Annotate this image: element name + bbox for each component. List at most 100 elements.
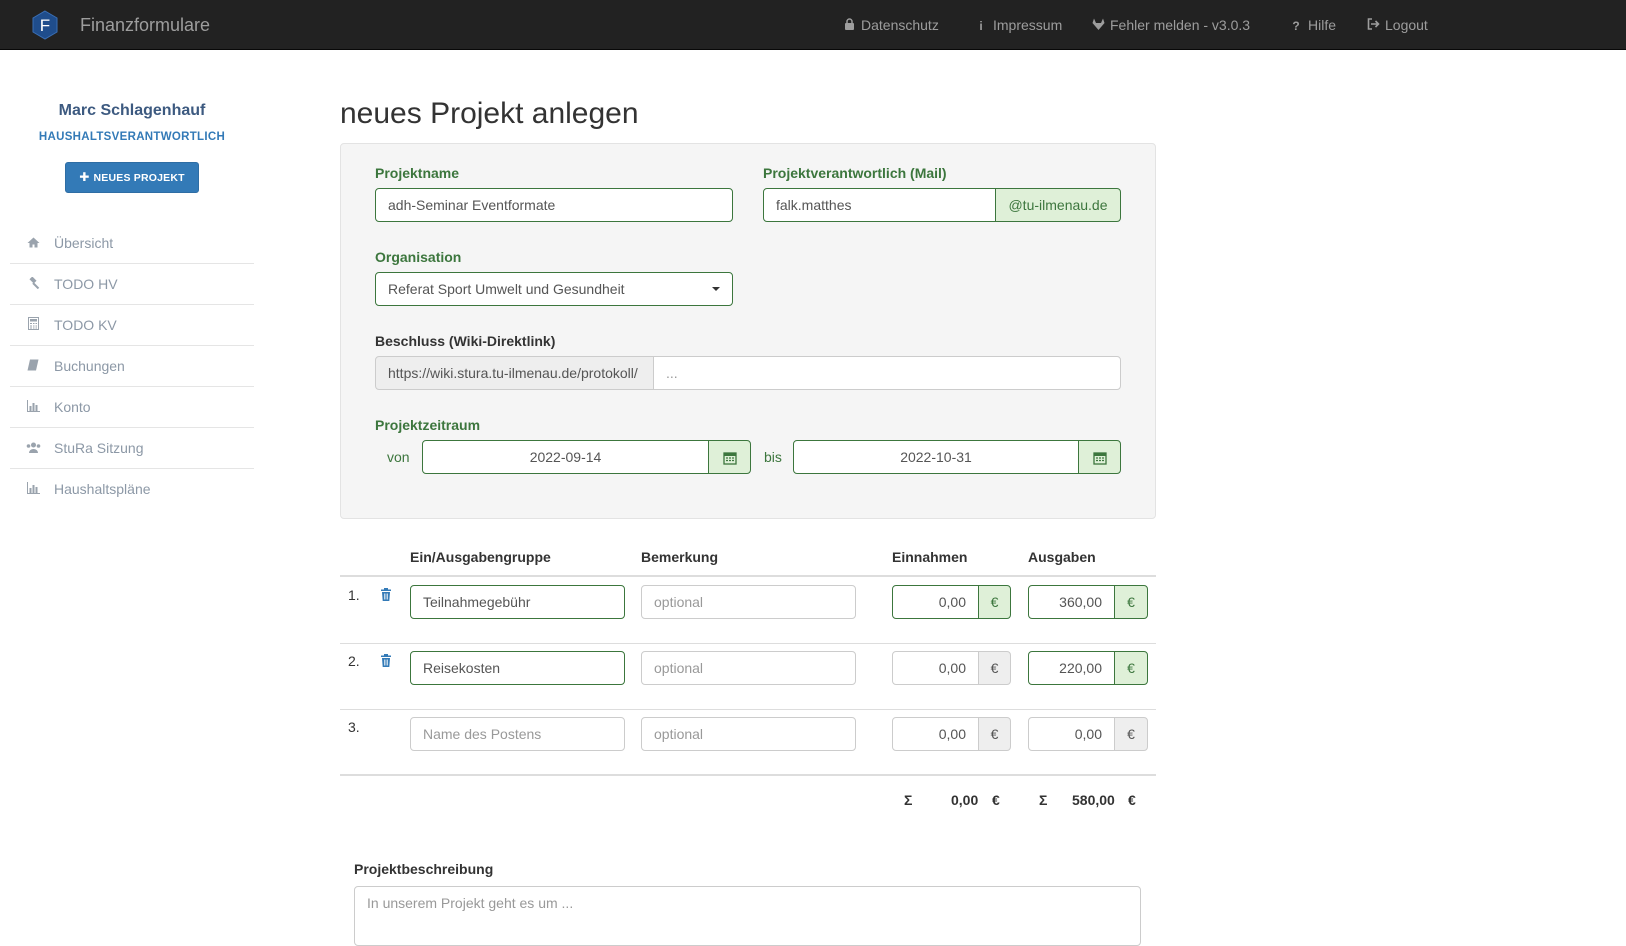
nav-logout[interactable]: Logout (1367, 17, 1428, 33)
row-expense-currency: € (1114, 585, 1148, 619)
app-logo[interactable]: F (30, 10, 60, 40)
row-expense-input[interactable]: 360,00 (1028, 585, 1115, 619)
trash-icon[interactable] (380, 654, 392, 667)
sidebar-item-todo-hv[interactable]: TODO HV (10, 264, 254, 305)
sidebar-item-label: StuRa Sitzung (54, 440, 144, 456)
sidebar-item-label: Konto (54, 399, 91, 415)
calendar-icon (722, 452, 737, 465)
user-role: HAUSHALTSVERANTWORTLICH (38, 131, 226, 143)
resolution-prefix-addon: https://wiki.stura.tu-ilmenau.de/protoko… (375, 356, 654, 390)
row-group-input[interactable]: Teilnahmegebühr (410, 585, 625, 619)
new-project-button[interactable]: ✚ NEUES PROJEKT (65, 162, 199, 193)
to-date-picker-button[interactable] (1078, 440, 1121, 474)
from-label: von (387, 449, 410, 465)
row-income-currency: € (978, 717, 1011, 751)
new-project-label: NEUES PROJEKT (93, 172, 185, 184)
resolution-label: Beschluss (Wiki-Direktlink) (375, 333, 556, 349)
row-income-input[interactable]: 0,00 (892, 717, 979, 751)
row-expense-input[interactable]: 220,00 (1028, 651, 1115, 685)
brand-name[interactable]: Finanzformulare (80, 15, 210, 36)
nav-impressum-label: Impressum (993, 17, 1063, 33)
col-header-income: Einnahmen (892, 549, 968, 565)
description-textarea[interactable]: In unserem Projekt geht es um ... (354, 886, 1141, 946)
sum-income-currency: € (992, 792, 1000, 808)
info-icon: i (979, 19, 983, 33)
user-name: Marc Schlagenhauf (58, 102, 206, 119)
row-group-input[interactable]: Reisekosten (410, 651, 625, 685)
sidebar-nav: Übersicht TODO HV TODO KV Buchungen Kont… (10, 223, 254, 510)
to-date-input[interactable]: 2022-10-31 (793, 440, 1079, 474)
sum-income-value: 0,00 (951, 792, 979, 808)
calendar-icon (1092, 452, 1107, 465)
row-group-input[interactable]: Name des Postens (410, 717, 625, 751)
responsible-input[interactable]: falk.matthes (763, 188, 997, 222)
gitlab-icon (1092, 18, 1105, 33)
logout-icon (1367, 18, 1380, 33)
row-remark-input[interactable]: optional (641, 585, 856, 619)
nav-logout-label: Logout (1385, 17, 1428, 33)
nav-fehler-melden-label: Fehler melden - v3.0.3 (1110, 17, 1251, 33)
nav-fehler-melden[interactable]: Fehler melden - v3.0.3 (1092, 17, 1250, 33)
logo-letter: F (40, 16, 50, 35)
col-header-expense: Ausgaben (1028, 549, 1096, 565)
row-income-currency: € (978, 585, 1011, 619)
row-income-currency: € (978, 651, 1011, 685)
row-remark-input[interactable]: optional (641, 717, 856, 751)
responsible-label: Projektverantwortlich (Mail) (763, 165, 947, 181)
sidebar-item-uebersicht[interactable]: Übersicht (10, 223, 254, 264)
row-expense-currency: € (1114, 717, 1148, 751)
page-title: neues Projekt anlegen (340, 97, 639, 130)
sidebar-item-label: Buchungen (54, 358, 125, 374)
org-label: Organisation (375, 249, 462, 265)
calculator-icon (26, 306, 40, 347)
sidebar-item-label: TODO HV (54, 276, 118, 292)
sidebar-item-stura-sitzung[interactable]: StuRa Sitzung (10, 428, 254, 469)
users-icon (26, 429, 41, 470)
org-select[interactable]: Referat Sport Umwelt und Gesundheit (375, 272, 733, 306)
sum-expense-value: 580,00 (1072, 792, 1115, 808)
row-divider (340, 643, 1156, 644)
bar-chart-icon (26, 470, 40, 511)
sidebar-item-todo-kv[interactable]: TODO KV (10, 305, 254, 346)
row-divider (340, 709, 1156, 710)
row-expense-currency: € (1114, 651, 1148, 685)
home-icon (26, 224, 40, 265)
row-number: 1. (348, 587, 360, 603)
nav-datenschutz[interactable]: Datenschutz (843, 17, 939, 33)
gavel-icon (26, 265, 40, 306)
top-navbar: F Finanzformulare Datenschutz i Impressum… (0, 0, 1626, 50)
resolution-input[interactable]: ... (653, 356, 1121, 390)
plus-icon: ✚ (79, 170, 90, 184)
row-number: 2. (348, 653, 360, 669)
project-name-input[interactable]: adh-Seminar Eventformate (375, 188, 733, 222)
sidebar-item-label: Übersicht (54, 235, 114, 251)
col-header-remark: Bemerkung (641, 549, 719, 565)
sidebar-item-label: TODO KV (54, 317, 117, 333)
bar-chart-icon (26, 388, 40, 429)
nav-impressum[interactable]: i Impressum (975, 17, 1062, 33)
to-label: bis (764, 449, 782, 465)
row-expense-input[interactable]: 0,00 (1028, 717, 1115, 751)
project-name-label: Projektname (375, 165, 460, 181)
org-select-value: Referat Sport Umwelt und Gesundheit (388, 281, 625, 297)
row-income-input[interactable]: 0,00 (892, 585, 979, 619)
question-icon: ? (1292, 19, 1300, 33)
nav-hilfe-label: Hilfe (1308, 17, 1337, 33)
trash-icon[interactable] (380, 588, 392, 601)
sidebar-item-haushaltsplaene[interactable]: Haushaltspläne (10, 469, 254, 510)
row-income-input[interactable]: 0,00 (892, 651, 979, 685)
from-date-picker-button[interactable] (708, 440, 751, 474)
nav-hilfe[interactable]: ? Hilfe (1290, 17, 1336, 33)
sidebar-item-konto[interactable]: Konto (10, 387, 254, 428)
sum-income-symbol: Σ (904, 792, 913, 808)
col-header-group: Ein/Ausgabengruppe (410, 549, 551, 565)
sum-expense-symbol: Σ (1039, 792, 1048, 808)
from-date-input[interactable]: 2022-09-14 (422, 440, 709, 474)
nav-datenschutz-label: Datenschutz (861, 17, 939, 33)
row-remark-input[interactable]: optional (641, 651, 856, 685)
table-footer-divider (340, 774, 1156, 776)
sidebar-item-buchungen[interactable]: Buchungen (10, 346, 254, 387)
row-number: 3. (348, 719, 360, 735)
book-icon (26, 347, 40, 388)
table-header-divider (340, 575, 1156, 577)
